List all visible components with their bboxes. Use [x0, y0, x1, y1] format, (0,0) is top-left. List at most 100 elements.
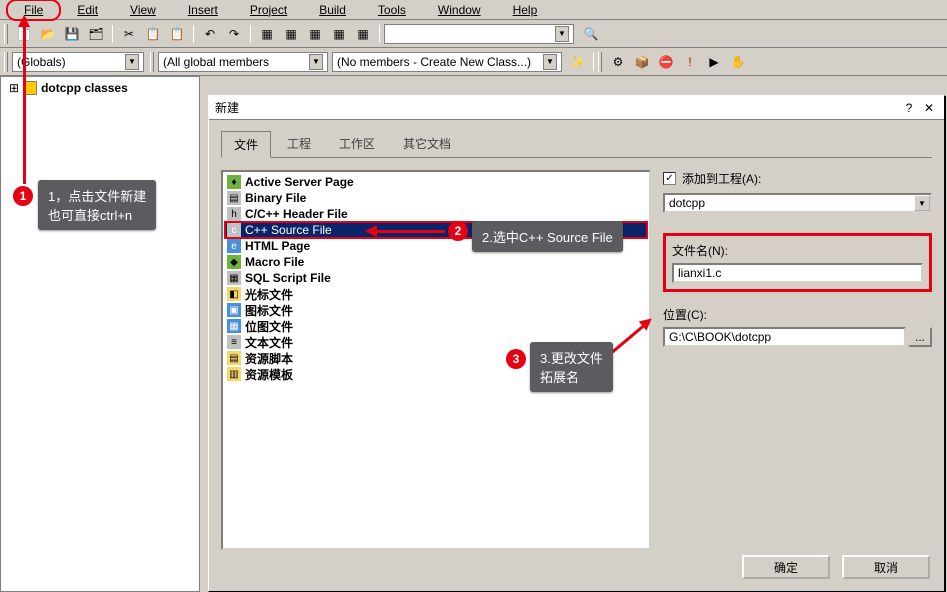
dialog-titlebar: 新建 ? ✕ — [209, 96, 944, 120]
execute-button[interactable]: ! — [679, 51, 701, 73]
list-item[interactable]: ▤Binary File — [225, 190, 647, 206]
cancel-button[interactable]: 取消 — [842, 555, 930, 579]
copy-button[interactable]: 📋 — [142, 23, 164, 45]
find-button[interactable]: 🔍 — [580, 23, 602, 45]
help-button[interactable]: ? — [900, 100, 918, 116]
menu-file[interactable]: File — [6, 0, 61, 21]
undo-button[interactable]: ↶ — [199, 23, 221, 45]
dialog-tabs: 文件 工程 工作区 其它文档 — [221, 130, 932, 158]
grip-icon — [4, 52, 8, 72]
dialog-title-text: 新建 — [215, 99, 239, 116]
save-button[interactable]: 💾 — [61, 23, 83, 45]
window4-button[interactable]: ▦ — [328, 23, 350, 45]
dialog-right-pane: ✓ 添加到工程(A): dotcpp▼ 文件名(N): 位置(C): ... — [663, 170, 932, 550]
separator — [193, 25, 194, 43]
list-item[interactable]: ♦Active Server Page — [225, 174, 647, 190]
menu-build[interactable]: Build — [303, 1, 362, 19]
filename-group: 文件名(N): — [663, 233, 932, 292]
scope-combo[interactable]: (Globals)▼ — [12, 52, 144, 72]
menu-tools[interactable]: Tools — [362, 1, 422, 19]
ok-button[interactable]: 确定 — [742, 555, 830, 579]
stop-build-button[interactable]: ⛔ — [655, 51, 677, 73]
sql-icon: ▦ — [227, 271, 241, 285]
macro-icon: ◆ — [227, 255, 241, 269]
toolbar-class: (Globals)▼ (All global members▼ (No memb… — [0, 48, 947, 76]
callout-1: 1，点击文件新建 也可直接ctrl+n — [38, 180, 156, 230]
cpp-icon: c — [227, 223, 241, 237]
menu-window[interactable]: Window — [422, 1, 497, 19]
tab-projects[interactable]: 工程 — [275, 131, 323, 158]
window2-button[interactable]: ▦ — [280, 23, 302, 45]
close-button[interactable]: ✕ — [920, 100, 938, 116]
list-item[interactable]: ◧光标文件 — [225, 286, 647, 302]
resource-icon: ▤ — [227, 351, 241, 365]
filename-label: 文件名(N): — [672, 242, 923, 259]
badge-2: 2 — [448, 221, 468, 241]
paste-button[interactable]: 📋 — [166, 23, 188, 45]
menu-edit[interactable]: Edit — [61, 1, 114, 19]
window3-button[interactable]: ▦ — [304, 23, 326, 45]
plus-icon[interactable]: ⊞ — [9, 81, 19, 95]
members-combo[interactable]: (All global members▼ — [158, 52, 328, 72]
list-item[interactable]: ▦SQL Script File — [225, 270, 647, 286]
filename-input[interactable] — [672, 263, 923, 283]
html-icon: e — [227, 239, 241, 253]
separator — [112, 25, 113, 43]
badge-1: 1 — [13, 186, 33, 206]
menu-help[interactable]: Help — [497, 1, 554, 19]
cut-button[interactable]: ✂ — [118, 23, 140, 45]
redo-button[interactable]: ↷ — [223, 23, 245, 45]
wizard-button[interactable]: ✨ — [566, 51, 588, 73]
list-item[interactable]: ◆Macro File — [225, 254, 647, 270]
binary-icon: ▤ — [227, 191, 241, 205]
project-combo[interactable]: dotcpp▼ — [663, 193, 932, 213]
create-class-combo[interactable]: (No members - Create New Class...)▼ — [332, 52, 562, 72]
separator — [593, 53, 594, 71]
location-input[interactable] — [663, 327, 906, 347]
separator — [379, 25, 380, 43]
bitmap-icon: ▦ — [227, 319, 241, 333]
callout-2: 2.选中C++ Source File — [472, 221, 623, 252]
menu-view[interactable]: View — [114, 1, 172, 19]
grip-icon — [598, 52, 602, 72]
icon-icon: ▣ — [227, 303, 241, 317]
tree-label: dotcpp classes — [41, 81, 128, 95]
grip-icon — [150, 52, 154, 72]
badge-3: 3 — [506, 349, 526, 369]
tab-other[interactable]: 其它文档 — [391, 131, 463, 158]
tab-workspaces[interactable]: 工作区 — [327, 131, 387, 158]
window1-button[interactable]: ▦ — [256, 23, 278, 45]
dialog-body: 文件 工程 工作区 其它文档 ♦Active Server Page ▤Bina… — [209, 120, 944, 560]
callout-3: 3.更改文件 拓展名 — [530, 342, 613, 392]
grip-icon — [4, 24, 8, 44]
find-combo[interactable]: ▼ — [384, 24, 574, 44]
breakpoint-button[interactable]: ✋ — [727, 51, 749, 73]
list-item[interactable]: ▦位图文件 — [225, 318, 647, 334]
list-item[interactable]: hC/C++ Header File — [225, 206, 647, 222]
class-view-panel: ⊞ dotcpp classes — [0, 76, 200, 592]
location-label: 位置(C): — [663, 306, 932, 323]
tab-files[interactable]: 文件 — [221, 131, 271, 158]
toolbar-main: 📄 📂 💾 🗂 ✂ 📋 📋 ↶ ↷ ▦ ▦ ▦ ▦ ▦ ▼ 🔍 — [0, 20, 947, 48]
save-all-button[interactable]: 🗂 — [85, 23, 107, 45]
menu-bar: File Edit View Insert Project Build Tool… — [0, 0, 947, 20]
menu-project[interactable]: Project — [234, 1, 303, 19]
browse-button[interactable]: ... — [908, 327, 932, 347]
arrow-annotation — [23, 17, 26, 184]
add-to-project-checkbox[interactable]: ✓ — [663, 172, 676, 185]
text-icon: ≡ — [227, 335, 241, 349]
asp-icon: ♦ — [227, 175, 241, 189]
list-item[interactable]: ▣图标文件 — [225, 302, 647, 318]
header-icon: h — [227, 207, 241, 221]
cursor-icon: ◧ — [227, 287, 241, 301]
go-button[interactable]: ▶ — [703, 51, 725, 73]
compile-button[interactable]: ⚙ — [607, 51, 629, 73]
build-button[interactable]: 📦 — [631, 51, 653, 73]
template-icon: ▥ — [227, 367, 241, 381]
window5-button[interactable]: ▦ — [352, 23, 374, 45]
open-button[interactable]: 📂 — [37, 23, 59, 45]
menu-insert[interactable]: Insert — [172, 1, 234, 19]
add-to-project-label: 添加到工程(A): — [682, 170, 761, 187]
tree-root[interactable]: ⊞ dotcpp classes — [1, 77, 199, 99]
separator — [250, 25, 251, 43]
